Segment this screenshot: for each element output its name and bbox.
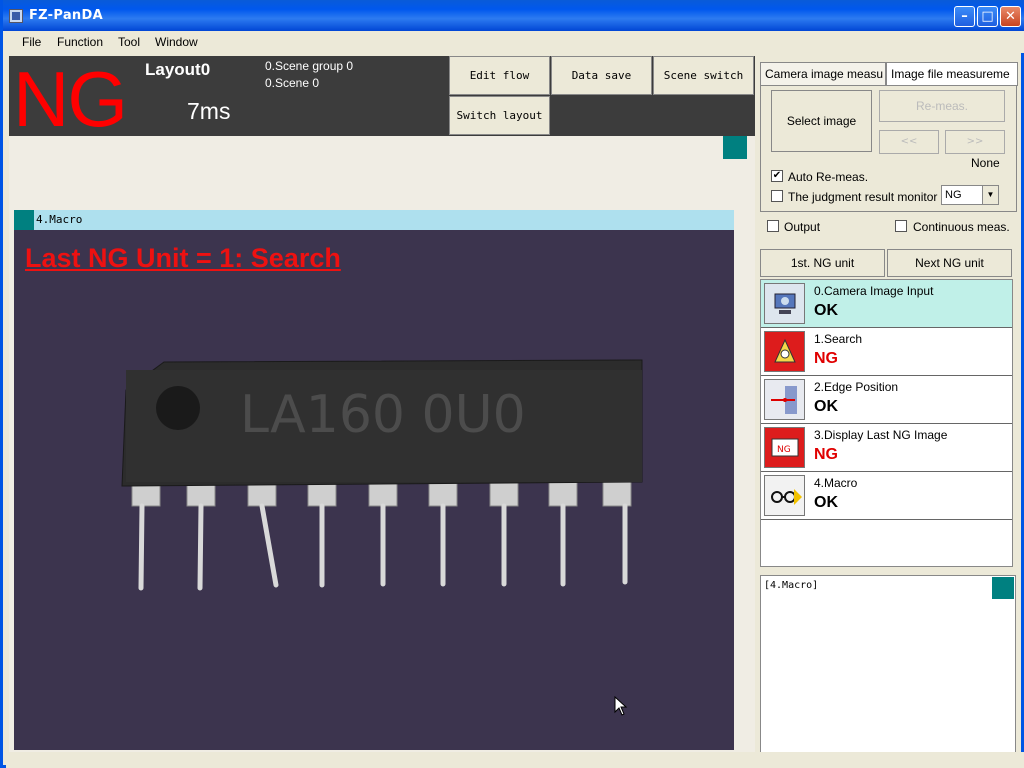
- flow-item[interactable]: 1.Search NG: [761, 328, 1012, 376]
- scene-group-label: 0.Scene group 0: [265, 59, 354, 73]
- judgment-monitor-checkbox[interactable]: [771, 190, 783, 202]
- first-ng-unit-button[interactable]: 1st. NG unit: [760, 249, 885, 277]
- data-save-button[interactable]: Data save: [551, 56, 652, 95]
- judgment-monitor-label: The judgment result monitor: [788, 190, 938, 204]
- tab-camera-image-measurement[interactable]: Camera image measu: [760, 62, 886, 86]
- flow-unit-list: 0.Camera Image Input OK 1.Search NG 2.Ed…: [760, 279, 1013, 567]
- macro-icon: [764, 475, 805, 516]
- judgment-monitor-select[interactable]: NG ▼: [941, 185, 999, 205]
- window-handle-icon[interactable]: [723, 136, 747, 159]
- ic-chip-image: LA160 0U0: [121, 359, 643, 591]
- continuous-meas-label: Continuous meas.: [913, 220, 1010, 234]
- flow-item-result: OK: [814, 398, 838, 415]
- maximize-button[interactable]: □: [977, 6, 998, 27]
- chip-marking: LA160 0U0: [240, 385, 526, 445]
- menu-file[interactable]: File: [22, 35, 41, 49]
- auto-remeas-checkbox[interactable]: ✔: [771, 170, 783, 182]
- select-image-button[interactable]: Select image: [771, 90, 872, 152]
- switch-layout-button[interactable]: Switch layout: [449, 96, 550, 135]
- last-ng-unit-caption: Last NG Unit = 1: Search: [25, 243, 341, 273]
- overall-judgement: NG: [13, 55, 128, 143]
- flow-item[interactable]: 2.Edge Position OK: [761, 376, 1012, 424]
- unit-detail-pane[interactable]: [4.Macro]: [760, 575, 1016, 756]
- scene-label: 0.Scene 0: [265, 76, 320, 90]
- window-title: FZ-PanDA: [29, 8, 103, 23]
- control-panel: Camera image measu Image file measureme …: [757, 56, 1021, 756]
- image-window-titlebar[interactable]: 4.Macro: [14, 210, 734, 230]
- menu-tool[interactable]: Tool: [118, 35, 140, 49]
- auto-remeas-label: Auto Re-meas.: [788, 170, 869, 184]
- tab-image-file-measurement[interactable]: Image file measureme: [886, 62, 1018, 86]
- remeas-button[interactable]: Re-meas.: [879, 90, 1005, 122]
- app-icon: [9, 9, 23, 23]
- status-bar: [6, 752, 1024, 768]
- image-window-handle-icon[interactable]: [14, 210, 34, 230]
- menu-window[interactable]: Window: [155, 35, 198, 49]
- flow-item-result: OK: [814, 494, 838, 511]
- flow-item-name: 1.Search: [814, 332, 863, 346]
- search-icon: [764, 331, 805, 372]
- edit-flow-button[interactable]: Edit flow: [449, 56, 550, 95]
- status-header: NG Layout0 7ms 0.Scene group 0 0.Scene 0…: [9, 55, 755, 143]
- chevron-down-icon[interactable]: ▼: [982, 186, 998, 204]
- output-checkbox[interactable]: [767, 220, 779, 232]
- previous-image-button[interactable]: <<: [879, 130, 939, 154]
- display-ng-image-icon: NG: [764, 427, 805, 468]
- judgment-monitor-value: NG: [945, 189, 962, 201]
- camera-input-icon: [764, 283, 805, 324]
- flow-item[interactable]: 0.Camera Image Input OK: [761, 280, 1012, 328]
- flow-item-result: NG: [814, 446, 838, 463]
- flow-item[interactable]: 4.Macro OK: [761, 472, 1012, 520]
- continuous-meas-checkbox[interactable]: [895, 220, 907, 232]
- detail-handle-icon[interactable]: [992, 577, 1014, 599]
- minimize-button[interactable]: –: [954, 6, 975, 27]
- title-bar[interactable]: FZ-PanDA – □ ✕: [3, 0, 1024, 31]
- main-window: FZ-PanDA – □ ✕ File Function Tool Window…: [0, 0, 1024, 768]
- svg-text:NG: NG: [777, 445, 791, 455]
- menu-function[interactable]: Function: [57, 35, 103, 49]
- flow-item-result: OK: [814, 302, 838, 319]
- flow-item-name: 0.Camera Image Input: [814, 284, 934, 298]
- measurement-time: 7ms: [187, 98, 231, 124]
- edge-position-icon: [764, 379, 805, 420]
- close-button[interactable]: ✕: [1000, 6, 1021, 27]
- output-label: Output: [784, 220, 821, 234]
- next-ng-unit-button[interactable]: Next NG unit: [887, 249, 1012, 277]
- unit-detail-title: [4.Macro]: [764, 580, 819, 591]
- layout-name: Layout0: [145, 60, 211, 79]
- mouse-cursor-icon: [614, 696, 628, 716]
- flow-item-name: 2.Edge Position: [814, 380, 899, 394]
- flow-item-name: 4.Macro: [814, 476, 858, 490]
- menu-bar: File Function Tool Window: [6, 31, 1024, 53]
- flow-item[interactable]: NG 3.Display Last NG Image NG: [761, 424, 1012, 472]
- flow-item-name: 3.Display Last NG Image: [814, 428, 948, 442]
- image-file-name: None: [971, 156, 1000, 170]
- flow-item-result: NG: [814, 350, 838, 367]
- measurement-image[interactable]: LA160 0U0 Last NG Unit = 1: Search: [14, 230, 734, 750]
- image-window-title: 4.Macro: [36, 213, 83, 226]
- scene-switch-button[interactable]: Scene switch: [653, 56, 754, 95]
- next-image-button[interactable]: >>: [945, 130, 1005, 154]
